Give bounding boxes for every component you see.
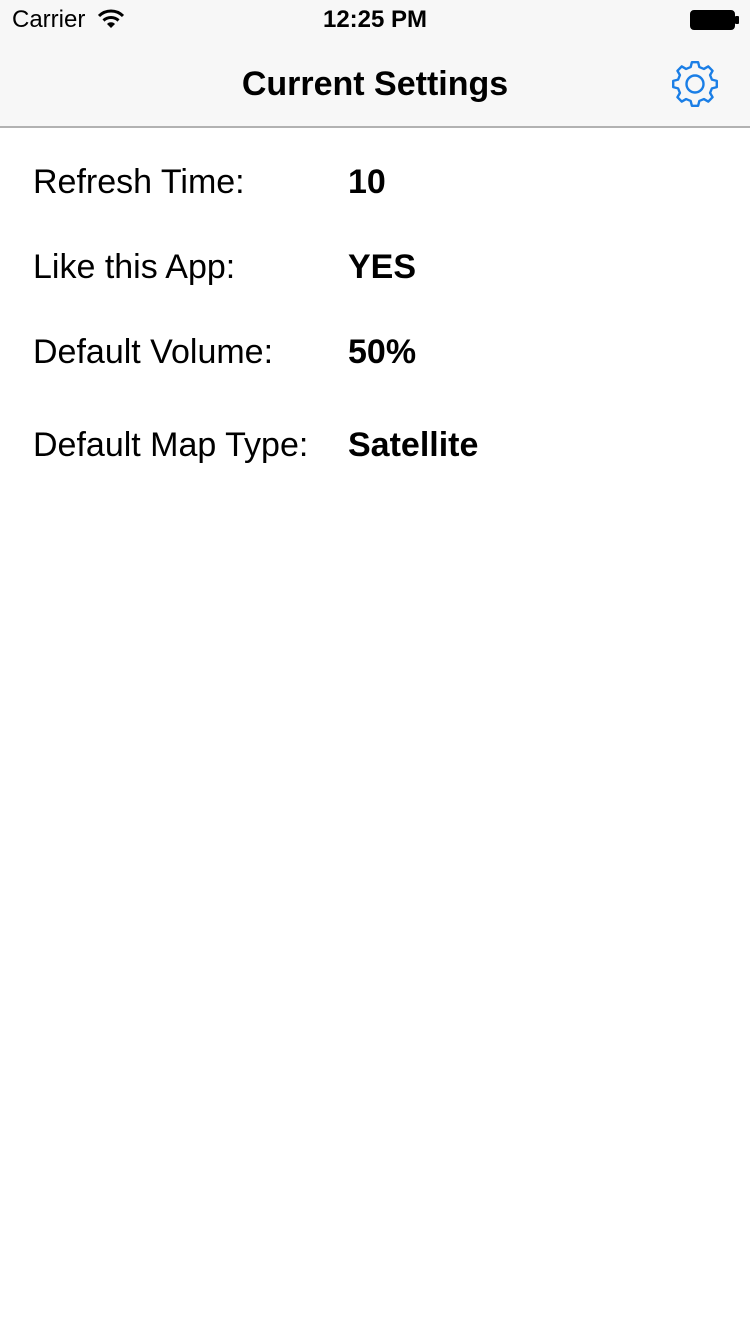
gear-outline	[672, 61, 718, 107]
status-time: 12:25 PM	[322, 6, 428, 33]
battery-full-icon	[690, 10, 740, 30]
setting-row-default-map-type: Default Map Type: Satellite	[0, 420, 750, 470]
setting-label: Default Map Type:	[33, 426, 309, 464]
setting-label: Like this App:	[33, 248, 236, 286]
setting-value: 10	[348, 163, 386, 201]
setting-value: YES	[348, 248, 417, 286]
setting-value: 50%	[348, 333, 417, 371]
setting-row-like-app: Like this App: YES	[0, 242, 750, 292]
status-bar: Carrier 12:25 PM	[0, 0, 750, 40]
setting-label: Refresh Time:	[33, 163, 245, 201]
setting-row-refresh-time: Refresh Time: 10	[0, 157, 750, 207]
setting-label: Default Volume:	[33, 333, 274, 371]
settings-button[interactable]	[668, 57, 722, 111]
gear-icon	[672, 61, 718, 107]
page-title: Current Settings	[241, 65, 509, 103]
setting-row-default-volume: Default Volume: 50%	[0, 327, 750, 377]
top-bar: Carrier 12:25 PM Current Settings	[0, 0, 750, 128]
setting-value: Satellite	[348, 426, 479, 464]
